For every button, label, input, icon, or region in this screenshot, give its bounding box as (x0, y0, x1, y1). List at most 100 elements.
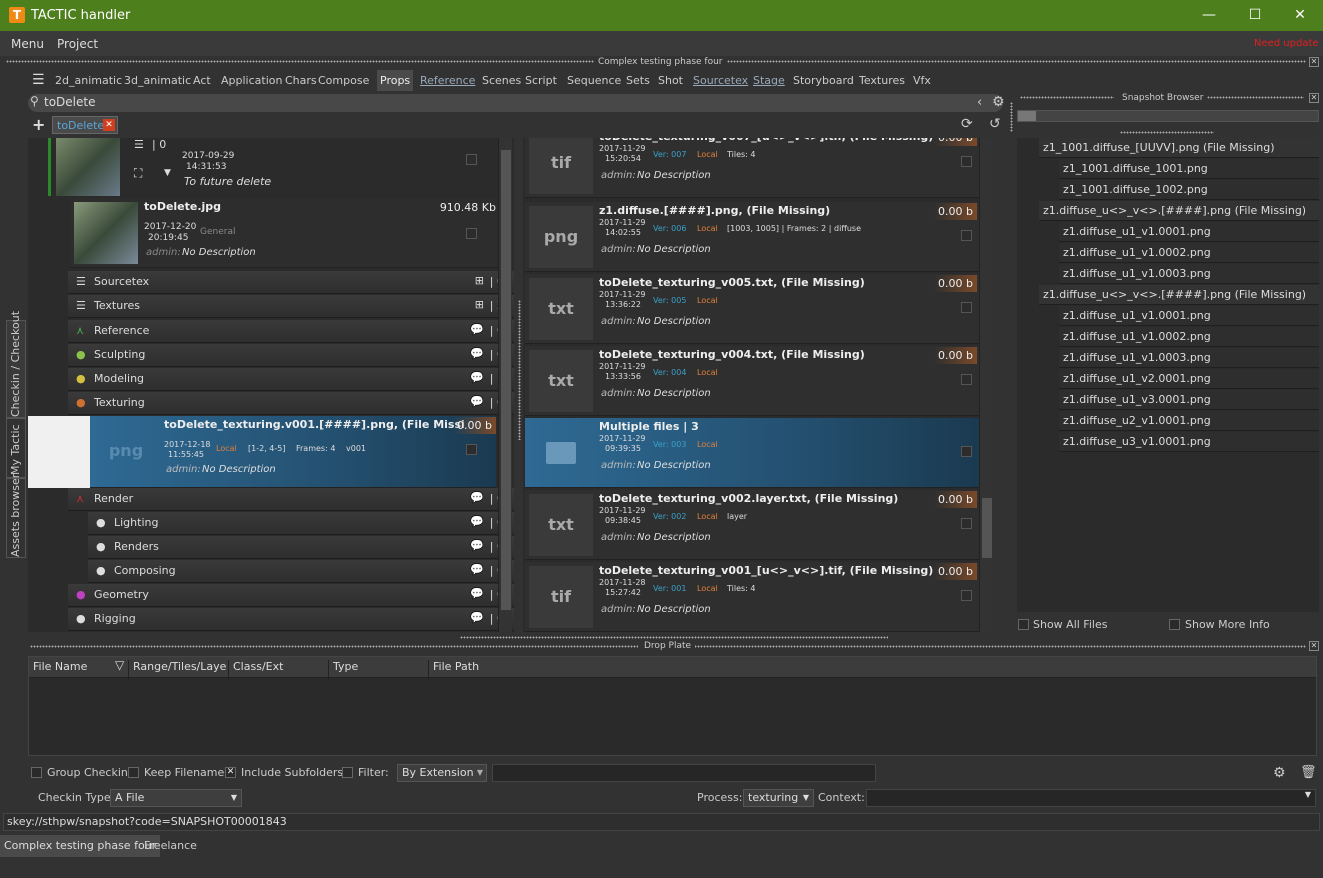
search-input[interactable]: toDelete (44, 95, 95, 109)
group-checkin-checkbox[interactable] (31, 767, 42, 778)
comment-icon[interactable]: 💬 (470, 515, 484, 528)
tab-storyboard[interactable]: Storyboard (790, 70, 857, 91)
column-class-ext[interactable]: Class/Ext (229, 660, 329, 681)
tab-act[interactable]: Act (190, 70, 214, 91)
tab-sets[interactable]: Sets (623, 70, 653, 91)
gear-icon[interactable]: ⚙ (992, 94, 1005, 110)
file-checkbox[interactable] (466, 228, 477, 239)
tab-sourcetex[interactable]: Sourcetex (690, 70, 751, 91)
tab-freelance[interactable]: Freelance (140, 835, 201, 857)
snapshot-checkbox[interactable] (961, 302, 972, 313)
snapshot-card[interactable]: txt toDelete_texturing_v005.txt, (File Mi… (525, 274, 979, 344)
tab-stage[interactable]: Stage (750, 70, 788, 91)
keep-filename-checkbox[interactable] (128, 767, 139, 778)
tab-application[interactable]: Application (218, 70, 285, 91)
tree-row[interactable]: ● Rigging 💬 | 0 (68, 608, 514, 631)
comment-icon[interactable]: 💬 (470, 347, 484, 360)
tree-row[interactable]: ● Modeling 💬 | 1 (68, 368, 514, 391)
close-icon[interactable]: ✕ (1309, 57, 1319, 67)
tree-row[interactable]: ● Texturing 💬 | 0 (68, 392, 514, 415)
snapshot-checkbox[interactable] (961, 518, 972, 529)
selected-checkbox[interactable] (466, 444, 477, 455)
chevron-left-icon[interactable]: ‹ (977, 95, 982, 110)
selected-snapshot[interactable]: png toDelete_texturing.v001.[####].png, … (90, 416, 496, 488)
comment-icon[interactable]: 💬 (470, 491, 484, 504)
tree-row[interactable]: ● Renders 💬 | 0 (88, 536, 514, 559)
show-more-checkbox[interactable] (1169, 619, 1180, 630)
comment-icon[interactable]: 💬 (470, 563, 484, 576)
refresh-icon[interactable]: ⟳ (961, 116, 973, 132)
column-range[interactable]: Range/Tiles/Laye (129, 660, 229, 681)
snapshot-tree-item[interactable]: z1.diffuse_u<>_v<>.[####].png (File Miss… (1039, 285, 1319, 305)
snapshot-checkbox[interactable] (961, 590, 972, 601)
filter-mode-select[interactable]: By Extension ▼ (397, 764, 487, 782)
splitter-grip[interactable] (518, 300, 521, 440)
comment-icon[interactable]: 💬 (470, 539, 484, 552)
sort-icon[interactable]: ▽ (111, 658, 124, 679)
skey-field[interactable]: skey://sthpw/snapshot?code=SNAPSHOT00001… (3, 813, 1320, 831)
rail-assets[interactable]: Assets browser (6, 474, 26, 558)
snapshot-checkbox[interactable] (961, 156, 972, 167)
remove-chip-icon[interactable]: ✕ (103, 119, 115, 131)
scrollbar-thumb[interactable] (501, 150, 511, 610)
snapshot-card[interactable]: tif toDelete_texturing_v007_[u<>_v<>].tif… (525, 138, 979, 198)
column-file-path[interactable]: File Path (429, 660, 1315, 681)
snapshot-card[interactable]: tif toDelete_texturing_v001_[u<>_v<>].tif… (525, 562, 979, 632)
snapshot-tree-item[interactable]: z1.diffuse_u1_v1.0001.png (1059, 222, 1319, 242)
filter-input[interactable] (492, 764, 876, 782)
snapshot-card[interactable]: txt toDelete_texturing_v002.layer.txt, (F… (525, 490, 979, 560)
tab-chars[interactable]: Chars (282, 70, 320, 91)
tab-compose[interactable]: Compose (315, 70, 372, 91)
filter-checkbox[interactable] (342, 767, 353, 778)
process-select[interactable]: texturing ▼ (743, 789, 814, 807)
scrollbar-thumb[interactable] (982, 498, 992, 558)
file-item[interactable]: toDelete.jpg 910.48 Kb 2017-12-20 20:19:… (70, 198, 502, 268)
snapshot-tree-item[interactable]: z1.diffuse_u1_v2.0001.png (1059, 369, 1319, 389)
drop-plate-table[interactable]: File Name ▽ Range/Tiles/Laye Class/Ext T… (28, 656, 1317, 756)
tree-row[interactable]: ● Lighting 💬 | 0 (88, 512, 514, 535)
tree-row[interactable]: ● Composing 💬 | 0 (88, 560, 514, 583)
hierarchy-icon[interactable]: ⛶ (134, 166, 142, 181)
tab-vfx[interactable]: Vfx (910, 70, 934, 91)
filter-chip[interactable]: toDelete ✕ (52, 116, 118, 134)
tree-row[interactable]: ☰ Sourcetex ⊞ | 0 (68, 271, 514, 294)
context-input[interactable]: ▼ (866, 789, 1316, 807)
snapshot-card[interactable]: Multiple files | 3 2017-11-29 09:39:35 Ver:… (525, 418, 979, 488)
rail-mytactic[interactable]: My Tactic (6, 418, 26, 478)
tree-row[interactable]: ● Geometry 💬 | 0 (68, 584, 514, 607)
tab-props[interactable]: Props (377, 70, 414, 91)
snapshot-tree-item[interactable]: z1_1001.diffuse_1002.png (1059, 180, 1319, 200)
top-item-checkbox[interactable] (466, 154, 477, 165)
column-type[interactable]: Type (329, 660, 429, 681)
menu-project[interactable]: Project (57, 37, 98, 51)
expand-icon[interactable]: ⊞ (475, 274, 484, 287)
snapshot-tree-item[interactable]: z1.diffuse_u3_v1.0001.png (1059, 432, 1319, 452)
tab-complex-testing[interactable]: Complex testing phase four (0, 835, 161, 857)
minimize-button[interactable]: — (1186, 0, 1232, 31)
comment-icon[interactable]: 💬 (470, 611, 484, 624)
snapshot-checkbox[interactable] (961, 446, 972, 457)
snapshot-checkbox[interactable] (961, 230, 972, 241)
maximize-button[interactable]: ☐ (1232, 0, 1278, 31)
snapshot-tree-item[interactable]: z1.diffuse_u1_v1.0003.png (1059, 348, 1319, 368)
snapshot-tree-item[interactable]: z1.diffuse_u1_v1.0003.png (1059, 264, 1319, 284)
tab-2d-animatic[interactable]: 2d_animatic (52, 70, 125, 91)
close-button[interactable]: ✕ (1277, 0, 1323, 31)
need-update-label[interactable]: Need update (1254, 38, 1319, 49)
close-icon[interactable]: ✕ (1309, 641, 1319, 651)
tab-shot[interactable]: Shot (655, 70, 686, 91)
tree-row[interactable]: ● Sculpting 💬 | 0 (68, 344, 514, 367)
snapshot-tree-item[interactable]: z1.diffuse_u1_v1.0002.png (1059, 327, 1319, 347)
history-icon[interactable]: ↺ (989, 116, 1001, 132)
close-icon[interactable]: ✕ (1309, 93, 1319, 103)
gear-icon[interactable]: ⚙ (1273, 765, 1286, 781)
rail-checkin[interactable]: Checkin / Checkout (6, 311, 26, 418)
snapshot-checkbox[interactable] (961, 374, 972, 385)
tree-scrollbar[interactable] (498, 138, 512, 632)
show-all-checkbox[interactable] (1018, 619, 1029, 630)
snapshot-tree-item[interactable]: z1.diffuse_u2_v1.0001.png (1059, 411, 1319, 431)
trash-icon[interactable]: 🗑 (1300, 765, 1317, 780)
menu-menu[interactable]: Menu (11, 37, 44, 51)
snapshot-tree-item[interactable]: z1.diffuse_u1_v3.0001.png (1059, 390, 1319, 410)
tab-scenes[interactable]: Scenes (479, 70, 524, 91)
